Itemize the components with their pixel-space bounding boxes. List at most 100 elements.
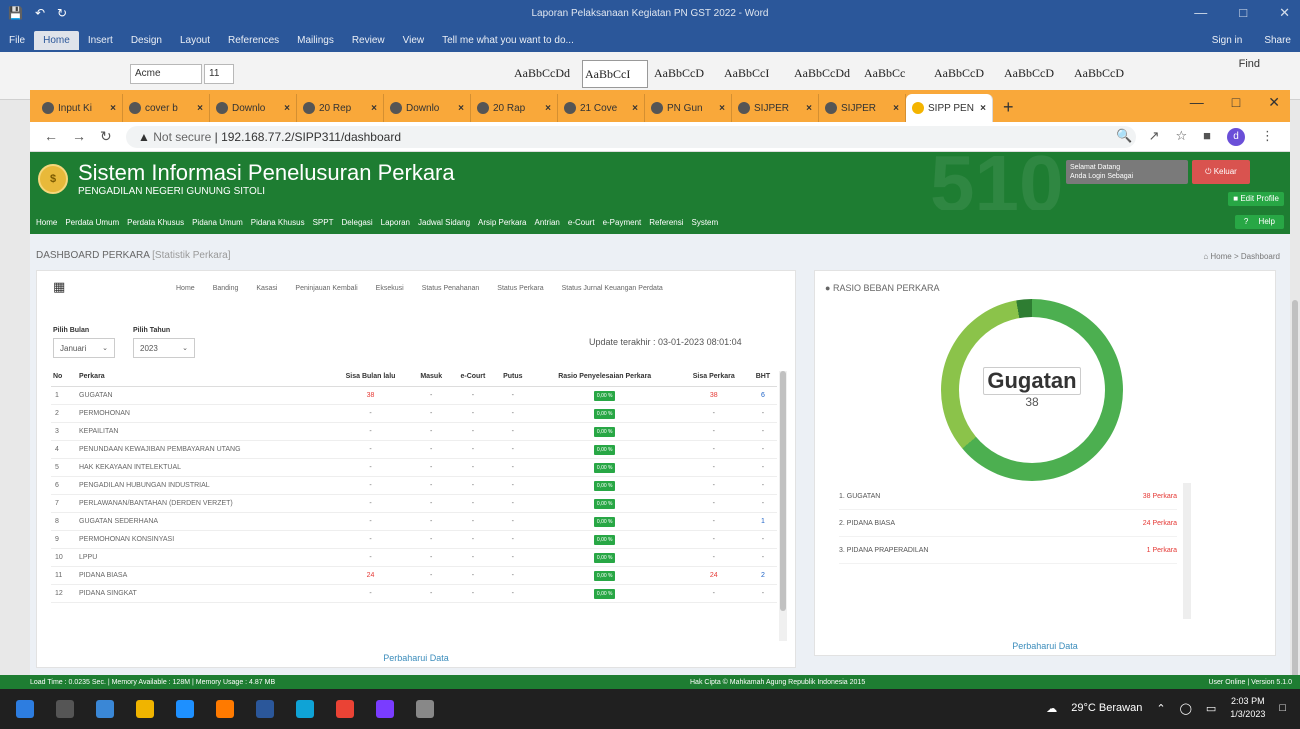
edge-icon[interactable] — [296, 700, 314, 718]
word-icon[interactable] — [256, 700, 274, 718]
ribbon-tab-mailings[interactable]: Mailings — [288, 31, 343, 50]
url-input[interactable]: ▲ Not secure | 192.168.77.2/SIPP311/dash… — [126, 126, 1136, 148]
nav-jadwal-sidang[interactable]: Jadwal Sidang — [414, 218, 474, 227]
font-size-box[interactable]: 11 — [204, 64, 234, 84]
windows-start-icon[interactable] — [16, 700, 34, 718]
breadcrumb-home[interactable]: Home — [1210, 252, 1231, 261]
word-scrollbar[interactable] — [1290, 100, 1300, 700]
tab-banding[interactable]: Banding — [204, 285, 248, 292]
nav-ecourt[interactable]: e-Court — [564, 218, 599, 227]
browser-tab[interactable]: SIJPER × — [819, 94, 906, 122]
ribbon-tab-insert[interactable]: Insert — [79, 31, 122, 50]
ribbon-tab-home[interactable]: Home — [34, 30, 79, 50]
browser-tab[interactable]: SIJPER × — [732, 94, 819, 122]
list-scrollbar[interactable] — [1183, 483, 1191, 619]
browser-tab[interactable]: cover b × — [123, 94, 210, 122]
tab-kasasi[interactable]: Kasasi — [247, 285, 286, 292]
style-item[interactable]: AaBbCc — [862, 60, 928, 88]
browser-tab[interactable]: Input Ki × — [36, 94, 123, 122]
find-button[interactable]: Find — [1239, 58, 1260, 70]
notifications-icon[interactable]: □ — [1279, 702, 1286, 714]
app-icon[interactable] — [416, 700, 434, 718]
tab-close-icon[interactable]: × — [893, 103, 899, 114]
network-icon[interactable]: ◯ — [1180, 702, 1192, 715]
restore-icon[interactable]: □ — [1239, 5, 1247, 21]
ribbon-tab-view[interactable]: View — [394, 31, 434, 50]
scrollbar-thumb[interactable] — [780, 371, 786, 611]
nav-referensi[interactable]: Referensi — [645, 218, 687, 227]
tab-status-jurnal[interactable]: Status Jurnal Keuangan Perdata — [553, 285, 672, 292]
tab-close-icon[interactable]: × — [980, 103, 986, 114]
style-item[interactable]: AaBbCcD — [1072, 60, 1138, 88]
style-item[interactable]: AaBbCcD — [652, 60, 718, 88]
ribbon-tab-design[interactable]: Design — [122, 31, 171, 50]
chrome-icon[interactable] — [336, 700, 354, 718]
nav-system[interactable]: System — [688, 218, 723, 227]
tab-close-icon[interactable]: × — [110, 103, 116, 114]
sign-in-link[interactable]: Sign in — [1203, 31, 1252, 50]
close-icon[interactable]: ✕ — [1268, 94, 1280, 111]
share-button[interactable]: Share — [1255, 31, 1300, 50]
nav-perdata-khusus[interactable]: Perdata Khusus — [123, 218, 188, 227]
tell-me-search[interactable]: Tell me what you want to do... — [433, 31, 583, 50]
battery-icon[interactable]: ▭ — [1206, 702, 1216, 715]
browser-tab[interactable]: Downlo × — [384, 94, 471, 122]
nav-pidana-khusus[interactable]: Pidana Khusus — [247, 218, 309, 227]
nav-home[interactable]: Home — [32, 218, 61, 227]
calculator-icon[interactable] — [96, 700, 114, 718]
tab-home[interactable]: Home — [167, 285, 204, 292]
tab-eksekusi[interactable]: Eksekusi — [367, 285, 413, 292]
browser-tab[interactable]: 20 Rep × — [297, 94, 384, 122]
tab-status-penahanan[interactable]: Status Penahanan — [413, 285, 489, 292]
font-name-box[interactable]: Acme — [130, 64, 202, 84]
month-select[interactable]: Januari ⌄ — [53, 338, 115, 358]
edit-profile-button[interactable]: ■ Edit Profile — [1228, 192, 1284, 206]
nav-epayment[interactable]: e-Payment — [599, 218, 646, 227]
tab-close-icon[interactable]: × — [545, 103, 551, 114]
close-icon[interactable]: ✕ — [1279, 5, 1290, 21]
style-item[interactable]: AaBbCcD — [932, 60, 998, 88]
style-item[interactable]: AaBbCcD — [1002, 60, 1068, 88]
tab-peninjauan-kembali[interactable]: Peninjauan Kembali — [286, 285, 366, 292]
maximize-icon[interactable]: □ — [1232, 94, 1240, 111]
style-item[interactable]: AaBbCcDd — [792, 60, 858, 88]
browser-tab[interactable]: Downlo × — [210, 94, 297, 122]
task-view-icon[interactable] — [56, 700, 74, 718]
refresh-data-link[interactable]: Perbaharui Data — [37, 653, 795, 663]
minimize-icon[interactable]: — — [1190, 94, 1204, 111]
profile-avatar[interactable]: d — [1227, 128, 1245, 146]
sidebar-icon[interactable]: ■ — [1203, 128, 1211, 146]
zoom-icon[interactable]: 🔍 — [1116, 128, 1132, 146]
year-select[interactable]: 2023 ⌄ — [133, 338, 195, 358]
reload-icon[interactable]: ↻ — [100, 128, 112, 145]
chevron-up-icon[interactable]: ⌃ — [1156, 702, 1165, 715]
ribbon-tab-layout[interactable]: Layout — [171, 31, 219, 50]
tab-close-icon[interactable]: × — [806, 103, 812, 114]
browser-tab[interactable]: PN Gun × — [645, 94, 732, 122]
tab-close-icon[interactable]: × — [284, 103, 290, 114]
tab-close-icon[interactable]: × — [371, 103, 377, 114]
browser-tab[interactable]: 20 Rap × — [471, 94, 558, 122]
share-icon[interactable]: ↗ — [1149, 128, 1160, 146]
nav-sppt[interactable]: SPPT — [309, 218, 338, 227]
firefox-icon[interactable] — [216, 700, 234, 718]
tab-close-icon[interactable]: × — [458, 103, 464, 114]
nav-antrian[interactable]: Antrian — [531, 218, 564, 227]
tab-close-icon[interactable]: × — [197, 103, 203, 114]
minimize-icon[interactable]: — — [1194, 5, 1207, 21]
table-scrollbar[interactable] — [779, 371, 787, 641]
weather-text[interactable]: 29°C Berawan — [1071, 702, 1142, 714]
nav-pidana-umum[interactable]: Pidana Umum — [188, 218, 247, 227]
tab-close-icon[interactable]: × — [632, 103, 638, 114]
app-icon[interactable] — [376, 700, 394, 718]
scrollbar-thumb[interactable] — [1292, 300, 1298, 700]
back-icon[interactable]: ← — [44, 128, 58, 145]
ribbon-tab-file[interactable]: File — [0, 31, 34, 50]
clock[interactable]: 2:03 PM 1/3/2023 — [1230, 695, 1265, 721]
tab-close-icon[interactable]: × — [719, 103, 725, 114]
browser-tab-active[interactable]: SIPP PEN × — [906, 94, 993, 122]
nav-laporan[interactable]: Laporan — [377, 218, 414, 227]
style-item[interactable]: AaBbCcI — [722, 60, 788, 88]
star-icon[interactable]: ☆ — [1175, 128, 1187, 146]
style-item[interactable]: AaBbCcI — [582, 60, 648, 88]
